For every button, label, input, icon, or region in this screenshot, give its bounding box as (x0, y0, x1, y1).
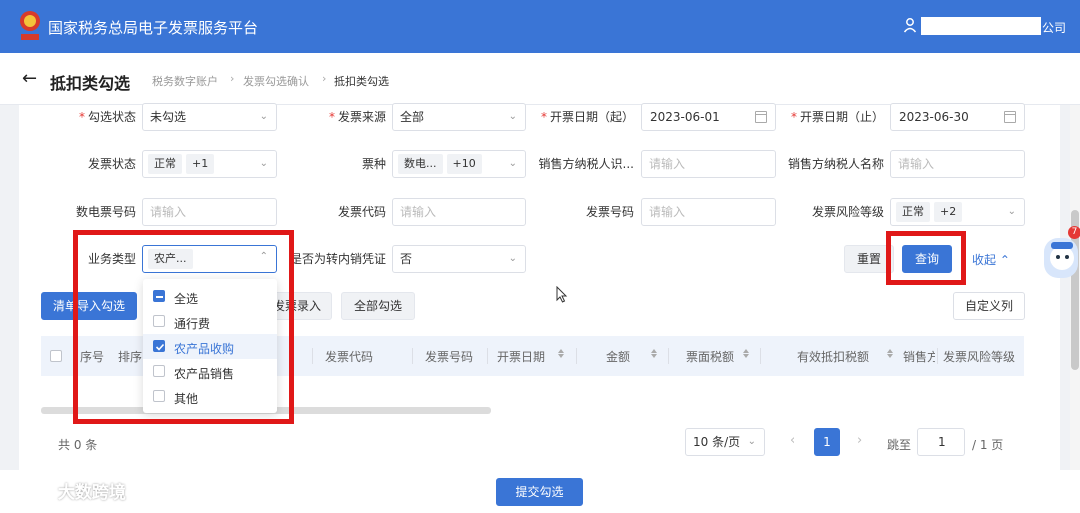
calendar-icon (755, 111, 767, 123)
col-header-amount[interactable]: 金额 (606, 348, 630, 365)
page-size-select[interactable]: 10 条/页 ⌄ (685, 428, 765, 456)
submit-check-button[interactable]: 提交勾选 (496, 478, 583, 506)
seller-tax-id-label: 销售方纳税人识... (538, 157, 634, 171)
col-header-risk-level: 发票风险等级 (943, 350, 1016, 364)
col-header-effective-tax[interactable]: 有效抵扣税额 (797, 348, 869, 365)
internal-transfer-label: 是否为转内销凭证 (289, 252, 386, 266)
user-icon[interactable] (903, 17, 917, 33)
status-tag: 正常 (148, 153, 182, 174)
prev-page-icon[interactable]: ‹ (790, 433, 795, 448)
next-page-icon[interactable]: › (857, 433, 862, 448)
sort-icon[interactable] (742, 346, 750, 360)
jump-page-input[interactable]: 1 (917, 428, 965, 456)
risk-level-select[interactable]: 正常 +2 ⌄ (890, 198, 1025, 226)
tax-emblem-logo (20, 11, 40, 40)
internal-transfer-select[interactable]: 否 ⌄ (392, 245, 526, 273)
sort-icon[interactable] (886, 346, 894, 360)
invoice-status-select[interactable]: 正常 +1 ⌄ (142, 150, 277, 178)
type-tag: 数电... (398, 153, 443, 174)
total-count: 共 0 条 (58, 438, 98, 452)
watermark-logo-icon (10, 482, 48, 499)
seller-name-input[interactable]: 请输入 (890, 150, 1025, 178)
jump-label: 跳至 (887, 438, 912, 452)
page-title: 抵扣类勾选 (50, 74, 131, 93)
mouse-cursor-icon (556, 286, 568, 303)
sort-icon[interactable] (557, 346, 565, 360)
page-number-current[interactable]: 1 (814, 428, 840, 456)
chevron-down-icon: ⌄ (259, 111, 268, 122)
column-divider (412, 348, 413, 364)
date-end-label: * 开票日期（止） (790, 110, 884, 124)
invoice-no-input[interactable]: 请输入 (641, 198, 776, 226)
breadcrumb-separator-icon: › (230, 72, 235, 85)
more-tag: +2 (934, 201, 963, 222)
date-start-input[interactable]: 2023-06-01 (641, 103, 776, 131)
chevron-down-icon: ⌄ (747, 436, 756, 447)
assistant-mascot-icon[interactable] (1040, 232, 1080, 282)
seller-tax-id-input[interactable]: 请输入 (641, 150, 776, 178)
notification-badge: 7 (1068, 226, 1080, 239)
invoice-type-label: 票种 (361, 157, 386, 171)
column-divider (487, 348, 488, 364)
chevron-down-icon: ⌄ (508, 158, 517, 169)
select-all-rows-checkbox[interactable] (50, 350, 62, 362)
back-arrow-icon[interactable]: ← (22, 68, 37, 89)
collapse-link[interactable]: 收起 ⌃ (972, 251, 1010, 268)
check-status-label: * 勾选状态 (78, 110, 136, 124)
check-status-select[interactable]: 未勾选 ⌄ (142, 103, 277, 131)
col-header-invoice-no: 发票号码 (425, 350, 474, 364)
column-divider (937, 348, 938, 364)
invoice-code-input[interactable]: 请输入 (392, 198, 526, 226)
user-name-redacted (921, 17, 1041, 35)
chevron-up-icon: ⌃ (999, 253, 1010, 267)
more-tag: +10 (446, 153, 482, 174)
digital-invoice-no-input[interactable]: 请输入 (142, 198, 277, 226)
date-end-input[interactable]: 2023-06-30 (890, 103, 1025, 131)
column-divider (576, 348, 577, 364)
breadcrumb-item-confirm[interactable]: 发票勾选确认 (243, 73, 309, 89)
app-title: 国家税务总局电子发票服务平台 (48, 19, 259, 37)
watermark: 大数跨境 (8, 478, 148, 504)
date-start-label: * 开票日期（起） (540, 110, 634, 124)
sort-icon[interactable] (650, 346, 658, 360)
invoice-code-label: 发票代码 (337, 205, 386, 219)
chevron-down-icon: ⌄ (508, 253, 517, 264)
invoice-source-select[interactable]: 全部 ⌄ (392, 103, 526, 131)
seller-name-label: 销售方纳税人名称 (787, 157, 884, 171)
invoice-no-label: 发票号码 (585, 205, 634, 219)
risk-level-label: 发票风险等级 (811, 205, 884, 219)
digital-invoice-no-label: 数电票号码 (75, 205, 136, 219)
column-divider (760, 348, 761, 364)
column-divider (668, 348, 669, 364)
col-header-seller: 销售方 (903, 350, 935, 364)
highlight-box-query (886, 231, 966, 285)
user-company-suffix: 公司 (1042, 21, 1067, 35)
more-tag: +1 (186, 153, 215, 174)
breadcrumb-item-current: 抵扣类勾选 (334, 75, 389, 88)
custom-columns-button[interactable]: 自定义列 (953, 292, 1025, 320)
total-pages: / 1 页 (972, 438, 1004, 452)
breadcrumb-item-account[interactable]: 税务数字账户 (152, 73, 218, 89)
column-divider (312, 348, 313, 364)
col-header-issue-date[interactable]: 开票日期 (497, 348, 545, 365)
calendar-icon (1004, 111, 1016, 123)
chevron-down-icon: ⌄ (1007, 206, 1016, 217)
invoice-status-label: 发票状态 (87, 157, 136, 171)
breadcrumb-separator-icon: › (322, 72, 327, 85)
chevron-down-icon: ⌄ (259, 158, 268, 169)
chevron-down-icon: ⌄ (508, 111, 517, 122)
risk-tag: 正常 (896, 201, 930, 222)
col-header-invoice-code: 发票代码 (325, 350, 374, 364)
invoice-source-label: * 发票来源 (328, 110, 386, 124)
select-all-button[interactable]: 全部勾选 (341, 292, 415, 320)
col-header-tax[interactable]: 票面税额 (686, 348, 734, 365)
invoice-type-select[interactable]: 数电... +10 ⌄ (392, 150, 526, 178)
highlight-box-business-type (73, 230, 294, 424)
